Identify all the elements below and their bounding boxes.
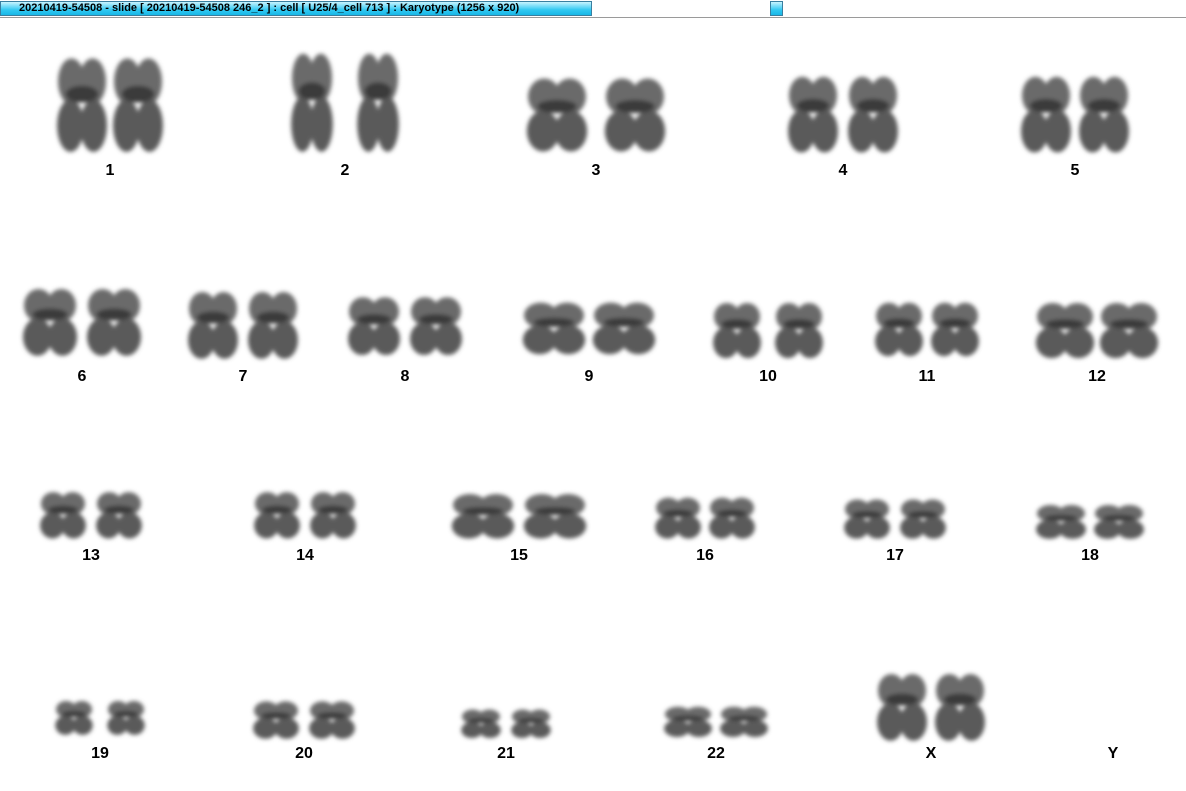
window-titlebar[interactable]: 20210419-54508 - slide [ 20210419-54508 … (0, 0, 1186, 18)
chromosome-label: Y (1107, 745, 1119, 762)
window-title: 20210419-54508 - slide [ 20210419-54508 … (19, 2, 520, 14)
chromosome-pair-image (877, 674, 985, 741)
titlebar-scroll-handle[interactable] (770, 1, 783, 16)
karyotype-canvas: 1 2 3 4 5 6 7 8 9 10 11 12 13 14 15 16 17 18 19 20 21 22 X Y (0, 18, 1186, 791)
chromosome-label: X (925, 745, 937, 762)
title-tab[interactable]: 20210419-54508 - slide [ 20210419-54508 … (0, 1, 592, 16)
